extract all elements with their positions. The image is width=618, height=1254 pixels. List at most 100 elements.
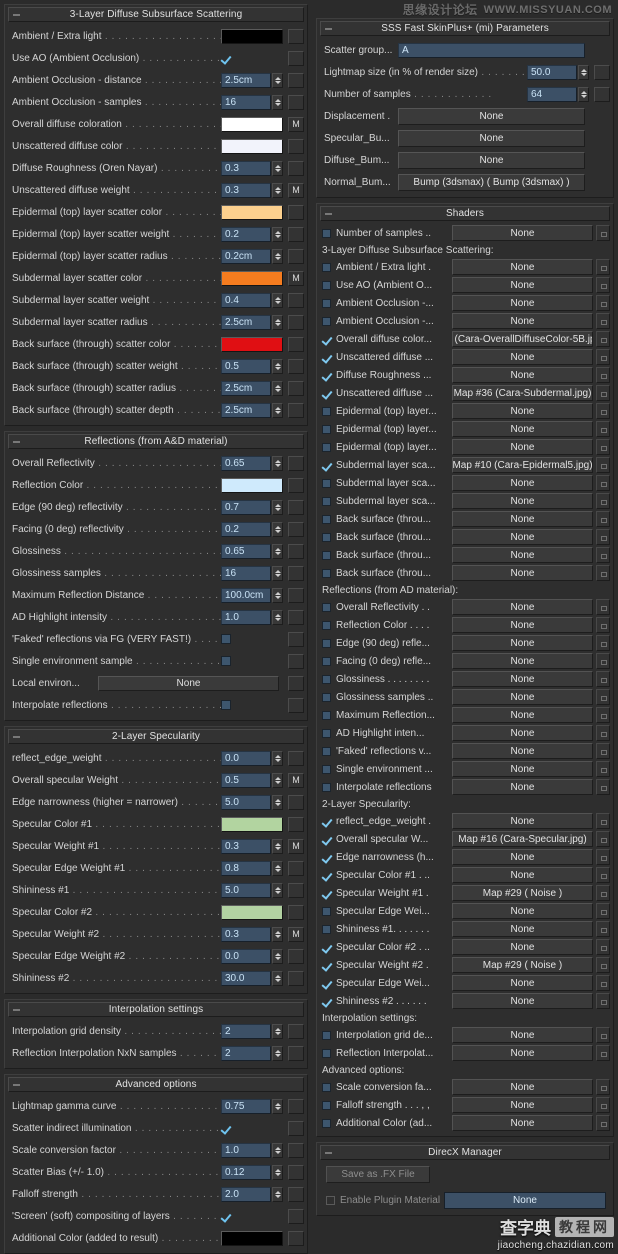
spinner-field[interactable]: 64 (527, 86, 589, 102)
shader-map-button[interactable]: None (452, 849, 593, 865)
spinner-down-icon[interactable] (580, 94, 587, 98)
shader-checkbox[interactable] (322, 228, 331, 238)
map-shortcut-button[interactable]: . (288, 1208, 304, 1224)
spinner-up-icon[interactable] (274, 1168, 281, 1172)
shader-options-button[interactable] (596, 259, 610, 275)
shader-checkbox[interactable] (322, 943, 331, 952)
spinner-arrows[interactable] (272, 838, 283, 854)
shader-checkbox[interactable] (322, 532, 331, 542)
shader-options-button[interactable] (596, 867, 610, 883)
plugin-material-slot[interactable]: None (444, 1191, 606, 1209)
shader-options-button[interactable] (596, 885, 610, 901)
map-shortcut-button[interactable]: . (288, 1230, 304, 1246)
shader-map-button[interactable]: None (452, 295, 593, 311)
shader-checkbox[interactable] (322, 1118, 331, 1128)
spinner-arrows[interactable] (272, 1186, 283, 1202)
spinner-value[interactable]: 30.0 (221, 970, 271, 986)
spinner-arrows[interactable] (272, 772, 283, 788)
shader-options-button[interactable] (596, 565, 610, 581)
spinner-field[interactable]: 0.75 (221, 1098, 283, 1114)
spinner-up-icon[interactable] (274, 384, 281, 388)
shader-checkbox[interactable] (322, 871, 331, 880)
collapse-icon[interactable] (13, 14, 20, 15)
spinner-up-icon[interactable] (274, 613, 281, 617)
spinner-value[interactable]: 50.0 (527, 64, 577, 80)
shader-options-button[interactable] (596, 295, 610, 311)
spinner-arrows[interactable] (272, 794, 283, 810)
spinner-value[interactable]: 0.3 (221, 838, 271, 854)
spinner-up-icon[interactable] (274, 164, 281, 168)
shader-checkbox[interactable] (322, 1082, 331, 1092)
shader-checkbox[interactable] (322, 656, 331, 666)
spinner-value[interactable]: 0.0 (221, 948, 271, 964)
shader-options-button[interactable] (596, 635, 610, 651)
shader-checkbox[interactable] (322, 924, 331, 934)
color-swatch[interactable] (221, 28, 283, 44)
shader-options-button[interactable] (596, 903, 610, 919)
spinner-up-icon[interactable] (274, 318, 281, 322)
spinner-down-icon[interactable] (274, 234, 281, 238)
spinner-field[interactable]: 0.7 (221, 499, 283, 515)
map-shortcut-button[interactable]: . (288, 970, 304, 986)
checkbox[interactable] (221, 700, 231, 710)
spinner-down-icon[interactable] (274, 846, 281, 850)
shader-map-button[interactable]: None (452, 475, 593, 491)
spinner-value[interactable]: 100.0cm (221, 587, 271, 603)
shader-map-button[interactable]: None (452, 813, 593, 829)
shader-checkbox[interactable] (322, 550, 331, 560)
spinner-arrows[interactable] (272, 1045, 283, 1061)
shader-map-button[interactable]: None (452, 903, 593, 919)
spinner-down-icon[interactable] (274, 256, 281, 260)
shader-map-button[interactable]: None (452, 921, 593, 937)
spinner-arrows[interactable] (272, 543, 283, 559)
color-swatch[interactable] (221, 477, 283, 493)
spinner-arrows[interactable] (272, 182, 283, 198)
shader-checkbox[interactable] (322, 997, 331, 1006)
spinner-field[interactable]: 0.2cm (221, 248, 283, 264)
map-shortcut-button[interactable]: . (594, 86, 610, 102)
spinner-arrows[interactable] (272, 72, 283, 88)
shader-options-button[interactable] (596, 743, 610, 759)
shader-map-button[interactable]: None (452, 439, 593, 455)
spinner-field[interactable]: 16 (221, 565, 283, 581)
collapse-icon[interactable] (13, 1009, 20, 1010)
spinner-arrows[interactable] (272, 750, 283, 766)
text-input[interactable]: A (398, 42, 585, 58)
spinner-down-icon[interactable] (274, 617, 281, 621)
shader-checkbox[interactable] (322, 1048, 331, 1058)
spinner-down-icon[interactable] (274, 80, 281, 84)
spinner-value[interactable]: 0.8 (221, 860, 271, 876)
map-shortcut-button[interactable]: . (288, 904, 304, 920)
map-shortcut-button[interactable]: . (288, 1023, 304, 1039)
spinner-down-icon[interactable] (274, 868, 281, 872)
spinner-arrows[interactable] (272, 860, 283, 876)
map-shortcut-button[interactable]: . (288, 204, 304, 220)
spinner-down-icon[interactable] (274, 1194, 281, 1198)
map-shortcut-button[interactable]: . (288, 1045, 304, 1061)
spinner-field[interactable]: 16 (221, 94, 283, 110)
spinner-value[interactable]: 2.5cm (221, 402, 271, 418)
shader-options-button[interactable] (596, 1097, 610, 1113)
shader-map-button[interactable]: None (452, 975, 593, 991)
shader-options-button[interactable] (596, 761, 610, 777)
shader-checkbox[interactable] (322, 568, 331, 578)
map-shortcut-button[interactable]: . (288, 402, 304, 418)
shader-checkbox[interactable] (322, 353, 331, 362)
shader-checkbox[interactable] (322, 602, 331, 612)
spinner-up-icon[interactable] (274, 974, 281, 978)
shader-options-button[interactable] (596, 921, 610, 937)
spinner-down-icon[interactable] (274, 780, 281, 784)
spinner-down-icon[interactable] (274, 322, 281, 326)
spinner-field[interactable]: 2.5cm (221, 72, 283, 88)
spinner-value[interactable]: 2.0 (221, 1186, 271, 1202)
map-shortcut-button[interactable]: M (288, 772, 304, 788)
map-shortcut-button[interactable]: . (288, 882, 304, 898)
spinner-up-icon[interactable] (274, 525, 281, 529)
spinner-arrows[interactable] (272, 587, 283, 603)
spinner-down-icon[interactable] (274, 551, 281, 555)
map-shortcut-button[interactable]: M (288, 926, 304, 942)
spinner-value[interactable]: 0.2 (221, 521, 271, 537)
spinner-down-icon[interactable] (274, 366, 281, 370)
spinner-arrows[interactable] (272, 160, 283, 176)
color-swatch[interactable] (221, 904, 283, 920)
